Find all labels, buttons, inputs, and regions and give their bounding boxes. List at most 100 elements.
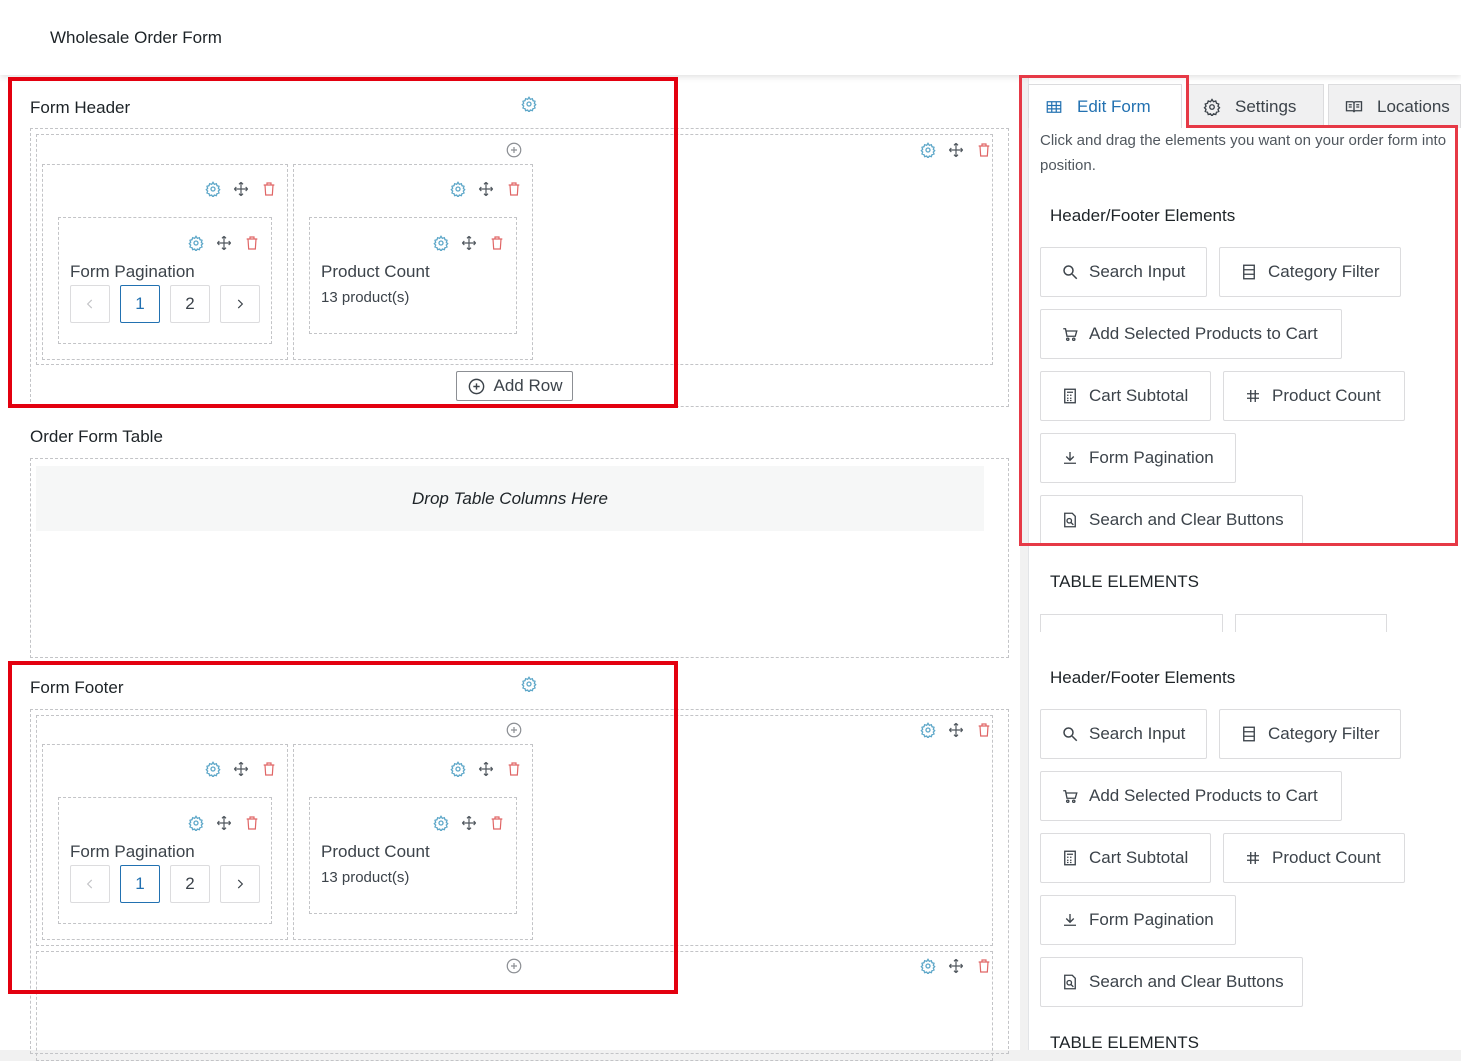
cart-icon [1063, 790, 1078, 804]
prev-page-button[interactable] [70, 285, 110, 323]
hash-icon [1247, 390, 1259, 402]
cart-icon [1063, 328, 1078, 342]
page-2-button[interactable]: 2 [170, 865, 210, 903]
element-search-input[interactable]: Search Input [1040, 247, 1207, 297]
element-label: Search and Clear Buttons [1089, 972, 1284, 991]
prev-page-button[interactable] [70, 865, 110, 903]
move-icon[interactable] [947, 721, 965, 739]
list-icon [1243, 264, 1255, 280]
add-row-button[interactable]: Add Row [456, 371, 573, 401]
gear-icon[interactable] [919, 721, 937, 739]
move-icon[interactable] [460, 814, 478, 832]
form-header-title: Form Header [30, 98, 131, 117]
move-icon[interactable] [947, 957, 965, 975]
gear-icon[interactable] [187, 814, 205, 832]
move-icon[interactable] [477, 760, 495, 778]
move-icon[interactable] [215, 234, 233, 252]
pagination-label: Form Pagination [70, 842, 195, 861]
gear-icon[interactable] [432, 234, 450, 252]
search-doc-icon [1064, 974, 1076, 990]
trash-icon[interactable] [260, 760, 278, 778]
trash-icon[interactable] [975, 721, 993, 739]
trash-icon[interactable] [488, 814, 506, 832]
element-search-clear-buttons[interactable]: Search and Clear Buttons [1040, 495, 1303, 545]
element-label: Search Input [1089, 262, 1186, 281]
gear-icon[interactable] [204, 760, 222, 778]
gear-icon[interactable] [187, 234, 205, 252]
trash-icon[interactable] [488, 234, 506, 252]
add-column-icon[interactable] [505, 721, 523, 739]
move-icon[interactable] [460, 234, 478, 252]
move-icon[interactable] [232, 180, 250, 198]
element-cart-subtotal[interactable]: Cart Subtotal [1040, 833, 1211, 883]
element-label: Search and Clear Buttons [1089, 510, 1284, 529]
add-column-icon[interactable] [505, 141, 523, 159]
trash-icon[interactable] [505, 760, 523, 778]
order-form-table-title: Order Form Table [30, 427, 163, 446]
element-product-count[interactable]: Product Count [1223, 833, 1405, 883]
element-product-count[interactable]: Product Count [1223, 371, 1405, 421]
header-footer-elements-title: Header/Footer Elements [1050, 206, 1236, 225]
gear-icon[interactable] [449, 180, 467, 198]
element-search-input[interactable]: Search Input [1040, 709, 1207, 759]
element-cart-subtotal[interactable]: Cart Subtotal [1040, 371, 1211, 421]
element-category-filter[interactable]: Category Filter [1219, 247, 1401, 297]
move-icon[interactable] [477, 180, 495, 198]
gear-icon[interactable] [520, 95, 538, 113]
element-form-pagination[interactable]: Form Pagination [1040, 895, 1236, 945]
book-icon [1345, 100, 1363, 112]
gear-icon[interactable] [449, 760, 467, 778]
form-footer-title: Form Footer [30, 678, 124, 697]
move-icon[interactable] [215, 814, 233, 832]
next-page-button[interactable] [220, 285, 260, 323]
download-icon [1064, 914, 1076, 926]
trash-icon[interactable] [243, 814, 261, 832]
table-element-stub[interactable] [1235, 614, 1387, 632]
table-elements-title: TABLE ELEMENTS [1050, 1033, 1199, 1052]
add-row-label: Add Row [493, 376, 563, 395]
tab-label: Settings [1235, 96, 1297, 116]
page-2-button[interactable]: 2 [170, 285, 210, 323]
next-page-button[interactable] [220, 865, 260, 903]
trash-icon[interactable] [975, 957, 993, 975]
tab-edit-form[interactable]: Edit Form [1028, 84, 1182, 128]
gear-icon[interactable] [204, 180, 222, 198]
element-search-clear-buttons[interactable]: Search and Clear Buttons [1040, 957, 1303, 1007]
trash-icon[interactable] [260, 180, 278, 198]
drop-columns-hint: Drop Table Columns Here [36, 466, 984, 531]
list-icon [1243, 726, 1255, 742]
element-label: Product Count [1272, 386, 1381, 405]
download-icon [1064, 452, 1076, 464]
plus-circle-icon [468, 378, 484, 394]
page-1-button[interactable]: 1 [120, 865, 160, 903]
element-label: Category Filter [1268, 262, 1380, 281]
top-bar: Wholesale Order Form [0, 0, 1461, 75]
trash-icon[interactable] [243, 234, 261, 252]
element-category-filter[interactable]: Category Filter [1219, 709, 1401, 759]
element-label: Add Selected Products to Cart [1089, 324, 1318, 343]
element-add-selected-to-cart[interactable]: Add Selected Products to Cart [1040, 309, 1342, 359]
search-icon [1063, 727, 1078, 742]
move-icon[interactable] [232, 760, 250, 778]
trash-icon[interactable] [505, 180, 523, 198]
add-column-icon[interactable] [505, 957, 523, 975]
tab-settings[interactable]: Settings [1186, 84, 1324, 128]
trash-icon[interactable] [975, 141, 993, 159]
product-count-label: Product Count [321, 842, 430, 861]
gear-icon[interactable] [919, 141, 937, 159]
calculator-icon [1064, 388, 1076, 404]
element-label: Product Count [1272, 848, 1381, 867]
gear-icon[interactable] [919, 957, 937, 975]
gear-icon[interactable] [520, 675, 538, 693]
product-count-value: 13 product(s) [321, 289, 410, 306]
gear-icon[interactable] [432, 814, 450, 832]
page-1-button[interactable]: 1 [120, 285, 160, 323]
element-add-selected-to-cart[interactable]: Add Selected Products to Cart [1040, 771, 1342, 821]
tab-locations[interactable]: Locations [1328, 84, 1461, 128]
element-label: Add Selected Products to Cart [1089, 786, 1318, 805]
tab-label: Locations [1377, 96, 1450, 116]
element-form-pagination[interactable]: Form Pagination [1040, 433, 1236, 483]
element-label: Form Pagination [1089, 448, 1214, 467]
move-icon[interactable] [947, 141, 965, 159]
table-element-stub[interactable] [1040, 614, 1223, 632]
